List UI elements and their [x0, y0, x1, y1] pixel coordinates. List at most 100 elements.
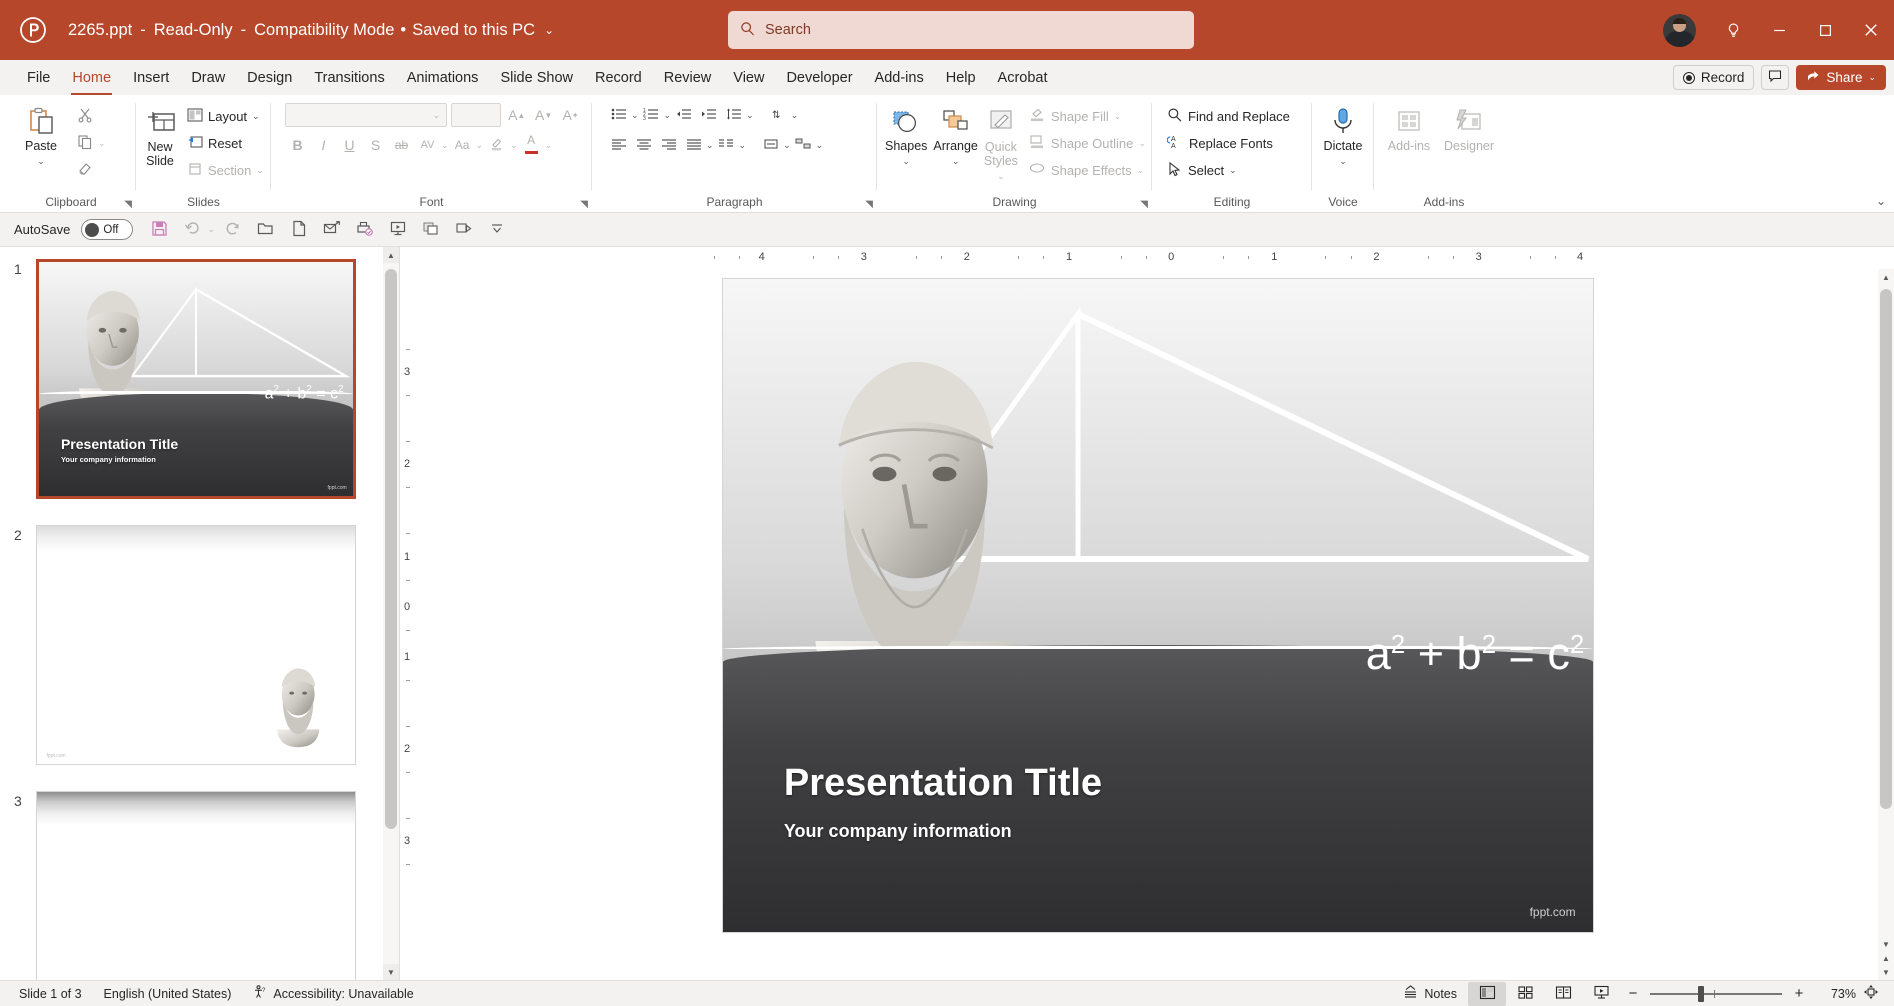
- text-direction-button[interactable]: ⇅: [766, 103, 791, 127]
- chevron-down-icon[interactable]: ⌄: [544, 23, 554, 37]
- line-spacing-button[interactable]: [721, 103, 746, 127]
- slideshow-view-button[interactable]: [1582, 982, 1620, 1006]
- collapse-ribbon-button[interactable]: ⌄: [1876, 194, 1886, 208]
- font-size-input[interactable]: [451, 103, 502, 127]
- tab-transitions[interactable]: Transitions: [303, 60, 395, 95]
- justify-chevron-down-icon[interactable]: ⌄: [706, 140, 714, 151]
- decrease-indent-button[interactable]: [671, 103, 696, 127]
- align-center-button[interactable]: [631, 133, 656, 157]
- new-button[interactable]: [284, 216, 314, 244]
- change-case-chevron-down-icon[interactable]: ⌄: [476, 140, 484, 151]
- section-chevron-down-icon[interactable]: ⌄: [256, 165, 264, 176]
- bold-button[interactable]: B: [285, 133, 310, 157]
- undo-button[interactable]: [177, 216, 207, 244]
- slide-thumbnail-3[interactable]: [36, 791, 356, 980]
- customize-qat-button[interactable]: [482, 216, 512, 244]
- tab-add-ins[interactable]: Add-ins: [864, 60, 935, 95]
- text-shadow-button[interactable]: S: [363, 133, 388, 157]
- font-name-input[interactable]: ⌄: [285, 103, 448, 127]
- clipboard-dialog-launcher[interactable]: ◥: [124, 199, 132, 210]
- smartart-chevron-down-icon[interactable]: ⌄: [816, 140, 824, 151]
- arrange-button[interactable]: Arrange ⌄: [931, 101, 979, 168]
- paste-chevron-down-icon[interactable]: ⌄: [37, 155, 45, 168]
- slide-thumbnail-2[interactable]: fppt.com: [36, 525, 356, 765]
- save-button[interactable]: [144, 216, 174, 244]
- shapes-button[interactable]: Shapes ⌄: [883, 101, 929, 168]
- bullets-chevron-down-icon[interactable]: ⌄: [631, 110, 639, 121]
- arrange-chevron-down-icon[interactable]: ⌄: [952, 155, 960, 168]
- list-item[interactable]: 1 a2 + b2 = c2 Presentation Title Your c…: [10, 259, 383, 499]
- paragraph-dialog-launcher[interactable]: ◥: [865, 199, 873, 210]
- change-case-button[interactable]: Aa: [450, 133, 475, 157]
- duplicate-button[interactable]: [416, 216, 446, 244]
- email-button[interactable]: [317, 216, 347, 244]
- shape-fill-button[interactable]: Shape Fill ⌄: [1024, 104, 1151, 128]
- align-text-chevron-down-icon[interactable]: ⌄: [783, 140, 791, 151]
- tab-help[interactable]: Help: [935, 60, 987, 95]
- select-chevron-down-icon[interactable]: ⌄: [1229, 165, 1237, 176]
- layout-button[interactable]: Layout ⌄: [182, 104, 269, 128]
- redo-button[interactable]: [218, 216, 248, 244]
- columns-button[interactable]: [714, 133, 739, 157]
- language-indicator[interactable]: English (United States): [93, 981, 243, 1006]
- underline-button[interactable]: U: [337, 133, 362, 157]
- zoom-out-button[interactable]: −: [1626, 985, 1640, 1002]
- copy-button[interactable]: [72, 131, 98, 155]
- section-button[interactable]: Section ⌄: [182, 158, 269, 182]
- thumbnail-scroll-thumb[interactable]: [385, 269, 397, 829]
- reset-button[interactable]: Reset: [182, 131, 269, 155]
- slide-thumbnail-1[interactable]: a2 + b2 = c2 Presentation Title Your com…: [36, 259, 356, 499]
- search-input[interactable]: Search: [765, 22, 811, 38]
- shape-effects-button[interactable]: Shape Effects ⌄: [1024, 158, 1151, 182]
- shape-effects-chevron-down-icon[interactable]: ⌄: [1137, 165, 1145, 176]
- tab-file[interactable]: File: [16, 60, 61, 95]
- undo-chevron-down-icon[interactable]: ⌄: [207, 224, 215, 235]
- avatar[interactable]: [1663, 13, 1696, 47]
- zoom-in-button[interactable]: +: [1792, 985, 1806, 1002]
- print-preview-button[interactable]: [350, 216, 380, 244]
- character-spacing-button[interactable]: AV: [415, 133, 440, 157]
- convert-to-smartart-button[interactable]: [791, 133, 816, 157]
- justify-button[interactable]: [681, 133, 706, 157]
- search-box[interactable]: Search: [728, 11, 1194, 49]
- decrease-font-size-button[interactable]: A ▼: [532, 103, 555, 127]
- dictate-chevron-down-icon[interactable]: ⌄: [1339, 155, 1347, 168]
- zoom-slider[interactable]: − +: [1620, 985, 1812, 1002]
- paste-button[interactable]: Paste ⌄: [12, 101, 70, 168]
- strikethrough-button[interactable]: ab: [389, 133, 414, 157]
- copy-chevron-down-icon[interactable]: ⌄: [98, 138, 106, 149]
- tab-review[interactable]: Review: [653, 60, 723, 95]
- document-title[interactable]: 2265.ppt - Read-Only - Compatibility Mod…: [68, 21, 554, 40]
- open-button[interactable]: [251, 216, 281, 244]
- font-color-chevron-down-icon[interactable]: ⌄: [545, 140, 553, 151]
- slide-sorter-view-button[interactable]: [1506, 982, 1544, 1006]
- tab-acrobat[interactable]: Acrobat: [987, 60, 1059, 95]
- tab-animations[interactable]: Animations: [396, 60, 490, 95]
- character-spacing-chevron-down-icon[interactable]: ⌄: [441, 140, 449, 151]
- fit-to-window-button[interactable]: [1856, 982, 1886, 1006]
- zoom-level[interactable]: 73%: [1812, 987, 1856, 1001]
- tab-draw[interactable]: Draw: [180, 60, 236, 95]
- text-direction-chevron-down-icon[interactable]: ⌄: [791, 110, 799, 121]
- comments-button[interactable]: [1761, 65, 1790, 90]
- play-from-button[interactable]: [449, 216, 479, 244]
- list-item[interactable]: 2 fppt.com: [10, 525, 383, 765]
- bullets-button[interactable]: [606, 103, 631, 127]
- italic-button[interactable]: I: [311, 133, 336, 157]
- align-right-button[interactable]: [656, 133, 681, 157]
- notes-button[interactable]: Notes: [1392, 981, 1468, 1006]
- accessibility-status[interactable]: ? Accessibility: Unavailable: [242, 981, 424, 1006]
- share-button[interactable]: Share ⌄: [1796, 65, 1886, 90]
- clear-formatting-icon[interactable]: A ✦: [559, 103, 582, 127]
- share-chevron-down-icon[interactable]: ⌄: [1868, 72, 1876, 83]
- shape-outline-button[interactable]: Shape Outline ⌄: [1024, 131, 1151, 155]
- tab-view[interactable]: View: [722, 60, 775, 95]
- editor-scroll-thumb[interactable]: [1880, 289, 1892, 809]
- numbering-chevron-down-icon[interactable]: ⌄: [664, 110, 672, 121]
- close-button[interactable]: [1848, 0, 1894, 60]
- increase-font-size-button[interactable]: A ▲: [505, 103, 528, 127]
- font-color-button[interactable]: A: [519, 133, 544, 157]
- layout-chevron-down-icon[interactable]: ⌄: [252, 111, 260, 122]
- designer-button[interactable]: Designer: [1440, 101, 1498, 153]
- font-dialog-launcher[interactable]: ◥: [580, 199, 588, 210]
